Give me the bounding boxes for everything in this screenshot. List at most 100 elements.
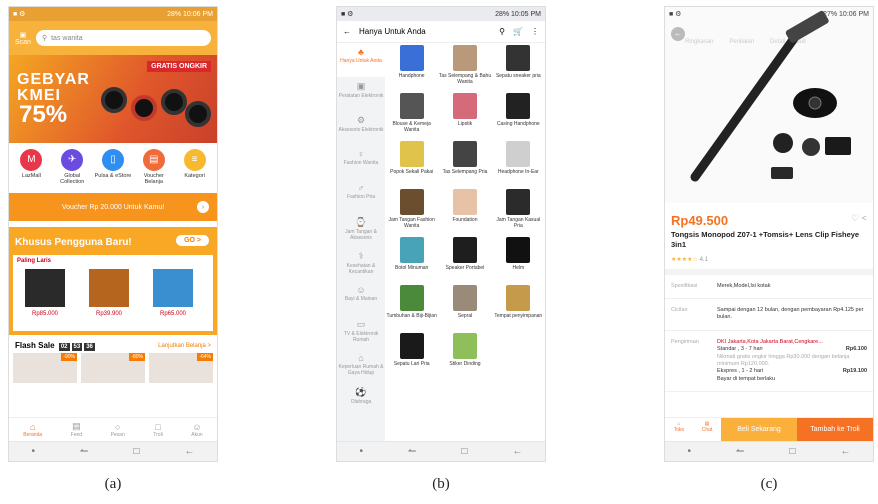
watch-image	[131, 95, 157, 121]
product-image	[89, 269, 129, 307]
heart-icon[interactable]: ♡	[851, 213, 859, 223]
tab-pesan[interactable]: ○ Pesan	[111, 422, 125, 438]
tab-label: Pesan	[110, 431, 125, 438]
home-icon[interactable]: □	[461, 446, 467, 457]
subcategory-item[interactable]: Botol Minuman	[385, 235, 438, 283]
discount-badge: -80%	[129, 353, 145, 361]
flash-sale-item[interactable]: -80%	[81, 353, 145, 383]
subcategory-label: Handphone	[398, 73, 425, 79]
category-label: LazMall	[21, 173, 41, 179]
category-shortcut[interactable]: ▯ Pulsa & eStore	[94, 149, 132, 185]
promo-banner[interactable]: GEBYAR KMEI 75% GRATIS ONGKIR	[9, 55, 217, 143]
subcategory-image	[452, 93, 477, 119]
search-icon: ⚲	[41, 35, 48, 42]
product-card[interactable]: Rp65.000	[145, 269, 201, 317]
category-icon: M	[20, 149, 43, 171]
dot-icon[interactable]: •	[360, 446, 364, 457]
shipping-row[interactable]: Pengiriman DKI Jakarta,Kota Jakarta Bara…	[665, 331, 873, 393]
chat-button[interactable]: ▤ Chat	[693, 418, 721, 441]
sidebar-item[interactable]: ♂ Fashion Pria	[337, 179, 385, 213]
product-image[interactable]: ■ ⚙ 27% 10:06 PM ← Ringkasan Penilaian Deta…	[665, 7, 873, 203]
subcategory-item[interactable]: Headphone In-Ear	[492, 139, 545, 187]
subcategory-item[interactable]: Sepatu sneaker pria	[492, 43, 545, 91]
subcategory-item[interactable]: Blouse & Kemeja Wanita	[385, 91, 438, 139]
search-icon[interactable]: ⚲	[499, 27, 505, 36]
spec-row[interactable]: Spesifikasi Merek,Model,Isi kotak	[665, 275, 873, 299]
category-icon: ⚕	[358, 251, 364, 261]
chevron-right-icon: ›	[197, 201, 209, 213]
product-card[interactable]: Rp39.900	[81, 269, 137, 317]
category-icon: ▭	[356, 319, 366, 329]
subcategory-item[interactable]: Popok Sekali Pakai	[385, 139, 438, 187]
subcategory-label: Sepral	[457, 313, 473, 319]
timer-digit: 36	[84, 343, 95, 351]
subcategory-item[interactable]: Sepral	[438, 283, 491, 331]
flash-sale-item[interactable]: -90%	[13, 353, 77, 383]
subcategory-item[interactable]: Tas Selempang & Bahu Wanita	[438, 43, 491, 91]
subcategory-item[interactable]: Lipstik	[438, 91, 491, 139]
category-shortcut[interactable]: ✈ Global Collection	[53, 149, 91, 185]
subcategory-item[interactable]: Casing Handphone	[492, 91, 545, 139]
scan-button[interactable]: ▣ Scan	[15, 31, 31, 46]
add-to-cart-button[interactable]: Tambah ke Troli	[797, 418, 873, 441]
store-button[interactable]: ⌂ Toko	[665, 418, 693, 441]
home-icon[interactable]: □	[133, 446, 139, 457]
subcategory-item[interactable]: Speaker Portabel	[438, 235, 491, 283]
recent-icon[interactable]: ↼	[736, 446, 744, 457]
tab-akun[interactable]: ☺ Akun	[191, 422, 202, 438]
recent-icon[interactable]: ↼	[80, 446, 88, 457]
subcategory-item[interactable]: Foundation	[438, 187, 491, 235]
product-card[interactable]: Rp85.000	[17, 269, 73, 317]
more-icon[interactable]: ⋮	[531, 27, 539, 36]
back-icon[interactable]: ←	[184, 446, 194, 457]
sidebar-item[interactable]: ☺ Bayi & Mainan	[337, 281, 385, 315]
continue-shopping-link[interactable]: Lanjutkan Belanja >	[158, 343, 211, 349]
category-shortcut[interactable]: M LazMall	[12, 149, 50, 185]
subcategory-image	[452, 237, 477, 263]
tab-feed[interactable]: ▤ Feed	[71, 421, 82, 438]
back-icon[interactable]: ←	[840, 446, 850, 457]
product-rating[interactable]: ★★★★☆ 4.1	[665, 250, 873, 275]
category-shortcut[interactable]: ≡ Kategori	[176, 149, 214, 185]
go-button[interactable]: GO >	[176, 235, 209, 246]
sidebar-item[interactable]: ▣ Peralatan Elektronik	[337, 77, 385, 111]
sidebar-item[interactable]: ⚙ Aksesoris Elektronik	[337, 111, 385, 145]
sidebar-item[interactable]: ♀ Fashion Wanita	[337, 145, 385, 179]
subcategory-item[interactable]: Jam Tangan Fashion Wanita	[385, 187, 438, 235]
share-icon[interactable]: <	[862, 213, 867, 223]
recent-icon[interactable]: ↼	[408, 446, 416, 457]
category-sidebar: ♣ Hanya Untuk Anda ▣ Peralatan Elektronik ⚙ A…	[337, 43, 385, 441]
tab-beranda[interactable]: ⌂ Beranda	[23, 422, 42, 438]
buy-now-button[interactable]: Beli Sekarang	[721, 418, 797, 441]
subcategory-item[interactable]: Jam Tangan Kasual Pria	[492, 187, 545, 235]
cart-icon[interactable]: 🛒	[513, 27, 523, 36]
subcategory-item[interactable]: Helm	[492, 235, 545, 283]
sidebar-item[interactable]: ▭ TV & Elektronik Rumah	[337, 315, 385, 349]
voucher-banner[interactable]: Voucher Rp 20.000 Untuk Kamu! ›	[9, 193, 217, 221]
search-input[interactable]: ⚲ tas wanita	[35, 30, 211, 46]
subcategory-item[interactable]: Tumbuhan & Biji-Bijian	[385, 283, 438, 331]
flash-sale-item[interactable]: -64%	[149, 353, 213, 383]
product-price: Rp85.000	[31, 311, 59, 317]
subcategory-item[interactable]: Stiker Dinding	[438, 331, 491, 379]
dot-icon[interactable]: •	[32, 446, 36, 457]
subcategory-item[interactable]: Tas Selempang Pria	[438, 139, 491, 187]
phone-a-home-screen: ■ ⚙ 28% 10:06 PM ▣ Scan ⚲ tas wanita GEBYAR…	[8, 6, 218, 462]
category-shortcut[interactable]: ▤ Voucher Belanja	[135, 149, 173, 185]
sidebar-item[interactable]: ⚽ Olahraga	[337, 383, 385, 417]
back-arrow-icon[interactable]: ←	[343, 27, 351, 36]
home-icon[interactable]: □	[789, 446, 795, 457]
android-nav-bar: • ↼ □ ←	[665, 441, 873, 461]
dot-icon[interactable]: •	[688, 446, 692, 457]
subcategory-item[interactable]: Tempat penyimpanan	[492, 283, 545, 331]
back-icon[interactable]: ←	[512, 446, 522, 457]
sidebar-item[interactable]: ⌚ Jam Tangan & Aksesoris	[337, 213, 385, 247]
subcategory-item[interactable]: Sepatu Lari Pria	[385, 331, 438, 379]
subcategory-item[interactable]: Handphone	[385, 43, 438, 91]
tab-troli[interactable]: □ Troli	[153, 422, 163, 438]
category-label: Global Collection	[60, 173, 85, 185]
installment-row[interactable]: Cicilan Sampai dengan 12 bulan, dengan pe…	[665, 299, 873, 331]
sidebar-item[interactable]: ⌂ Keperluan Rumah & Gaya Hidup	[337, 349, 385, 383]
sidebar-item[interactable]: ⚕ Kesehatan & Kecantikan	[337, 247, 385, 281]
sidebar-item[interactable]: ♣ Hanya Untuk Anda	[337, 43, 385, 77]
